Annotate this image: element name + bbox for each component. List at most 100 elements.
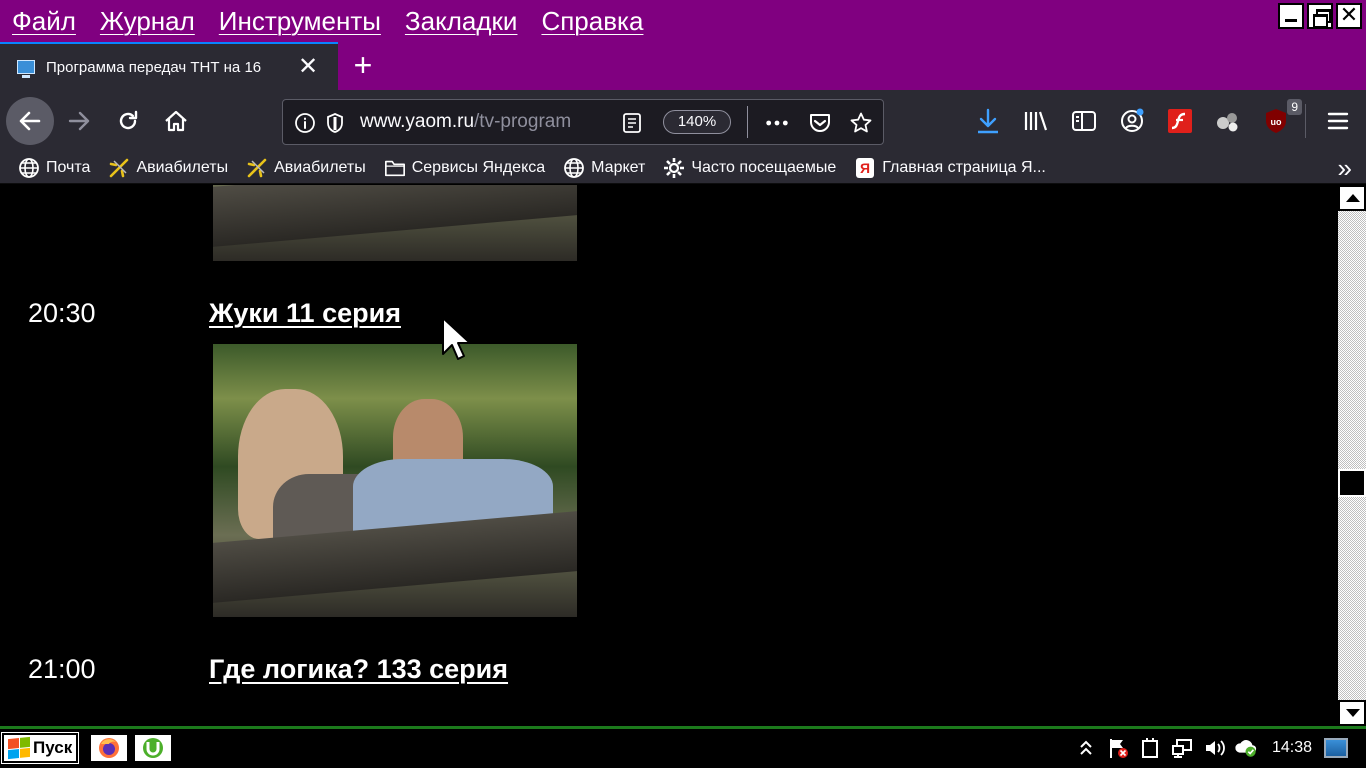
bookmark-label: Почта: [46, 158, 91, 176]
tab-title: Программа передач ТНТ на 16: [46, 58, 262, 76]
bookmark-yandex-services[interactable]: Сервисы Яндекса: [384, 157, 545, 179]
url-domain: www.yaom.ru: [360, 111, 475, 132]
tab-close-icon[interactable]: ✕: [298, 55, 318, 79]
spheres-icon: [1217, 113, 1238, 132]
action-center-flag-icon[interactable]: [1106, 736, 1130, 760]
library-button[interactable]: [1022, 107, 1050, 135]
bookmarks-toolbar: Почта Авиабилеты Авиабилеты Сервисы Янде…: [0, 152, 1366, 184]
network-icon[interactable]: [1170, 736, 1194, 760]
vertical-scrollbar[interactable]: [1338, 185, 1366, 726]
menu-tools[interactable]: Инструменты: [219, 6, 381, 37]
bookmark-label: Главная страница Я...: [882, 158, 1046, 176]
downloads-button[interactable]: [974, 107, 1002, 135]
bookmarks-overflow-icon[interactable]: »: [1338, 155, 1352, 181]
shield-icon[interactable]: [323, 111, 347, 135]
system-tray: 14:38: [1066, 733, 1366, 763]
scrollbar-thumb[interactable]: [1338, 469, 1366, 497]
gear-icon: [663, 157, 685, 179]
svg-text:Я: Я: [860, 160, 870, 176]
taskbar-utorrent[interactable]: [133, 733, 173, 763]
utorrent-icon: [143, 738, 163, 758]
reload-button[interactable]: [104, 97, 152, 145]
close-window-button[interactable]: ✕: [1336, 3, 1362, 29]
menu-file[interactable]: Файл: [12, 6, 76, 37]
sidebar-icon: [1072, 111, 1096, 131]
bookmark-yandex-home[interactable]: Я Главная страница Я...: [854, 157, 1046, 179]
reader-view-icon[interactable]: [620, 111, 644, 135]
cloud-sync-icon[interactable]: [1234, 736, 1258, 760]
ublock-icon: uo: [1266, 109, 1286, 133]
menu-bar: Файл Журнал Инструменты Закладки Справка…: [0, 0, 1366, 42]
taskbar-firefox[interactable]: [89, 733, 129, 763]
tab-active[interactable]: Программа передач ТНТ на 16 ✕: [0, 42, 338, 90]
bookmark-label: Маркет: [591, 158, 646, 176]
minimize-button[interactable]: [1278, 3, 1304, 29]
page-actions-icon[interactable]: [765, 111, 789, 135]
url-text[interactable]: www.yaom.ru/tv-program: [360, 111, 570, 133]
reload-icon: [119, 110, 138, 130]
arrow-right-icon: [68, 111, 90, 131]
pocket-icon[interactable]: [808, 111, 832, 135]
bookmark-most-visited[interactable]: Часто посещаемые: [663, 157, 836, 179]
bookmark-label: Сервисы Яндекса: [411, 158, 546, 176]
mouse-cursor-icon: [442, 317, 471, 360]
yandex-icon: Я: [854, 157, 876, 179]
home-icon: [165, 110, 187, 132]
bookmark-star-icon[interactable]: [849, 111, 873, 135]
home-button[interactable]: [152, 97, 200, 145]
program-thumbnail[interactable]: [213, 185, 577, 261]
program-title-link[interactable]: Где логика? 133 серия: [209, 654, 508, 685]
plane-icon: [108, 157, 130, 179]
show-desktop-button[interactable]: [1324, 738, 1349, 758]
bookmark-flights-1[interactable]: Авиабилеты: [108, 157, 228, 179]
svg-text:uo: uo: [1271, 117, 1282, 127]
globe-icon: [18, 157, 40, 179]
program-time: 20:30: [28, 298, 96, 328]
back-button[interactable]: [6, 97, 54, 145]
start-label: Пуск: [33, 738, 73, 757]
scroll-down-button[interactable]: [1338, 700, 1366, 726]
window-controls: ✕: [1278, 3, 1362, 29]
show-hidden-icons-icon[interactable]: [1074, 736, 1098, 760]
page-content: 20:30 Жуки 11 серия 21:00 Где логика? 13…: [0, 185, 1338, 726]
bookmark-flights-2[interactable]: Авиабилеты: [246, 157, 366, 179]
extension-button[interactable]: [1214, 107, 1242, 135]
app-menu-button[interactable]: [1324, 107, 1352, 135]
clock[interactable]: 14:38: [1272, 739, 1312, 757]
windows-logo-icon: [8, 736, 30, 760]
scroll-up-button[interactable]: [1338, 185, 1366, 211]
arrow-left-icon: [19, 111, 41, 131]
taskbar: Пуск 14:38: [0, 726, 1366, 768]
bookmark-market[interactable]: Маркет: [563, 157, 645, 179]
bookmark-mail[interactable]: Почта: [18, 157, 90, 179]
hamburger-menu-icon: [1327, 112, 1349, 130]
account-icon: [1121, 108, 1144, 132]
bookmark-label: Авиабилеты: [136, 158, 229, 176]
address-bar[interactable]: www.yaom.ru/tv-program 140%: [282, 99, 884, 145]
toolbar-divider: [1305, 104, 1306, 138]
forward-button[interactable]: [55, 97, 103, 145]
device-icon[interactable]: [1138, 736, 1162, 760]
flash-icon: [1168, 109, 1192, 133]
flash-button[interactable]: [1166, 107, 1194, 135]
info-icon[interactable]: [293, 111, 317, 135]
menu-help[interactable]: Справка: [541, 6, 643, 37]
new-tab-button[interactable]: +: [348, 48, 378, 82]
firefox-icon: [99, 738, 119, 758]
account-button[interactable]: [1118, 107, 1146, 135]
sidebar-button[interactable]: [1070, 107, 1098, 135]
program-thumbnail[interactable]: [213, 344, 577, 617]
zoom-level[interactable]: 140%: [663, 110, 731, 134]
volume-icon[interactable]: [1202, 736, 1226, 760]
program-title-link[interactable]: Жуки 11 серия: [209, 298, 401, 329]
restore-button[interactable]: [1307, 3, 1333, 29]
bookmark-label: Часто посещаемые: [691, 158, 837, 176]
tab-bar: Программа передач ТНТ на 16 ✕ +: [0, 42, 1366, 90]
ublock-button[interactable]: uo 9: [1262, 99, 1302, 135]
start-button[interactable]: Пуск: [1, 732, 79, 764]
url-divider: [747, 106, 748, 138]
menu-history[interactable]: Журнал: [100, 6, 195, 37]
folder-icon: [384, 157, 406, 179]
ublock-count-badge: 9: [1287, 99, 1302, 115]
menu-bookmarks[interactable]: Закладки: [405, 6, 518, 37]
